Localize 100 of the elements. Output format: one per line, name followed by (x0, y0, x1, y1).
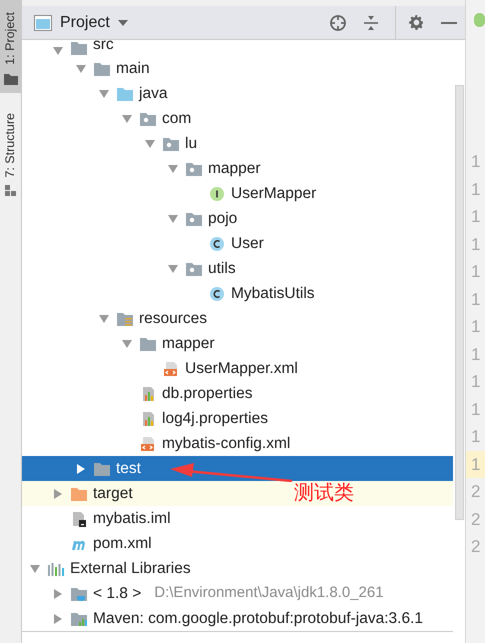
collapse-arrow-icon[interactable] (168, 214, 178, 224)
line-number: 1 (466, 450, 485, 478)
item-label: mybatis.iml (93, 508, 171, 529)
item-label: mapper (208, 158, 261, 179)
libraries-icon (47, 560, 65, 576)
item-label: main (116, 58, 150, 79)
item-label: resources (139, 308, 208, 329)
line-number: 1 (470, 398, 482, 420)
item-label: target (93, 484, 133, 504)
folder-icon (70, 486, 88, 502)
item-label: pojo (208, 208, 238, 229)
folder-icon (4, 72, 18, 85)
xml-file-icon (139, 436, 157, 452)
item-label: < 1.8 > (93, 584, 142, 604)
tree-item[interactable]: log4j.properties (22, 406, 453, 431)
package-icon (162, 136, 180, 152)
line-number: 1 (470, 288, 482, 310)
tree-item[interactable]: < 1.8 > D:\Environment\Java\jdk1.8.0_261 (22, 581, 453, 606)
tree-item[interactable]: test (22, 456, 453, 481)
line-number: 1 (470, 151, 482, 173)
class-icon (208, 286, 226, 302)
collapse-arrow-icon[interactable] (122, 114, 132, 124)
item-label: MybatisUtils (231, 284, 315, 304)
package-icon (185, 260, 203, 276)
tree-item[interactable]: User (22, 231, 453, 256)
window-icon (34, 14, 52, 30)
tree-item[interactable]: pojo (22, 206, 453, 231)
line-number: 1 (470, 178, 482, 200)
item-path: D:\Environment\Java\jdk1.8.0_261 (154, 583, 384, 604)
tree-item[interactable]: src (22, 40, 453, 56)
item-label: log4j.properties (162, 408, 268, 429)
line-number: 2 (470, 508, 482, 530)
locate-icon[interactable] (329, 14, 347, 32)
line-number: 1 (470, 261, 482, 283)
item-label: test (116, 458, 141, 479)
annotation-text: 测试类 (294, 482, 354, 504)
minimize-icon[interactable] (441, 20, 457, 24)
tree-item[interactable]: java (22, 81, 453, 106)
collapse-arrow-icon[interactable] (168, 164, 178, 174)
tree-item[interactable]: mapper (22, 331, 453, 356)
collapse-arrow-icon[interactable] (122, 338, 132, 348)
tree-item[interactable]: mybatis-config.xml (22, 431, 453, 456)
tree-item[interactable]: mybatis.iml (22, 506, 453, 531)
item-label: UserMapper (231, 184, 316, 204)
item-label: User (231, 234, 264, 254)
expand-arrow-icon[interactable] (76, 464, 86, 474)
collapse-arrow-icon[interactable] (168, 264, 178, 274)
tree-item[interactable]: lu (22, 131, 453, 156)
line-number: 1 (470, 316, 482, 338)
line-number: 2 (470, 536, 482, 558)
line-number: 1 (470, 234, 482, 256)
expand-arrow-icon[interactable] (53, 588, 63, 598)
item-label: UserMapper.xml (185, 358, 298, 379)
collapse-arrow-icon[interactable] (53, 46, 63, 56)
tree-item[interactable]: db.properties (22, 381, 453, 406)
tree-item[interactable]: UserMapper (22, 181, 453, 206)
interface-icon (208, 186, 226, 202)
collapse-arrow-icon[interactable] (30, 564, 40, 574)
collapse-arrow-icon[interactable] (76, 64, 86, 74)
folder-icon (116, 86, 134, 102)
tree-item[interactable]: resources (22, 306, 453, 331)
line-number: 1 (470, 206, 482, 228)
package-icon (185, 160, 203, 176)
caret-icon (118, 20, 128, 26)
folder-icon (93, 460, 111, 476)
folder-icon (93, 60, 111, 76)
tool-window-tab[interactable]: 1: Project (0, 0, 21, 93)
collapse-arrow-icon[interactable] (145, 138, 155, 148)
folder-icon (139, 336, 157, 352)
item-label: java (139, 84, 168, 104)
jdk-folder-icon (70, 586, 88, 602)
collapse-arrow-icon[interactable] (99, 314, 109, 324)
scrollbar[interactable] (454, 85, 464, 520)
package-icon (139, 110, 157, 126)
tree-item[interactable]: External Libraries (22, 556, 453, 581)
tree-item[interactable]: utils (22, 256, 453, 281)
item-label: lu (185, 134, 198, 154)
collapse-all-icon[interactable] (363, 14, 379, 30)
item-label: mapper (162, 334, 215, 354)
tree-item[interactable]: pom.xml (22, 531, 453, 556)
line-number: 2 (470, 481, 482, 503)
item-label: src (93, 40, 114, 55)
expand-arrow-icon[interactable] (53, 488, 63, 498)
item-label: utils (208, 258, 236, 279)
tree-item[interactable]: UserMapper.xml (22, 356, 453, 381)
line-number: 1 (470, 371, 482, 393)
expand-arrow-icon[interactable] (53, 614, 63, 624)
view-dropdown[interactable]: Project (60, 10, 128, 34)
tree-item[interactable]: mapper (22, 156, 453, 181)
settings-icon[interactable] (408, 14, 425, 31)
tree-item[interactable]: MybatisUtils (22, 281, 453, 306)
item-label: db.properties (162, 384, 252, 404)
tree-item[interactable]: com (22, 106, 453, 131)
tool-window-tab[interactable]: 7: Structure (0, 104, 21, 206)
library-icon (70, 610, 88, 626)
line-number: 1 (470, 344, 482, 366)
class-icon (208, 236, 226, 252)
collapse-arrow-icon[interactable] (99, 88, 109, 98)
tree-item[interactable]: main (22, 56, 453, 81)
tree-item[interactable]: Maven: com.google.protobuf:protobuf-java:3.6.1 (22, 606, 453, 631)
